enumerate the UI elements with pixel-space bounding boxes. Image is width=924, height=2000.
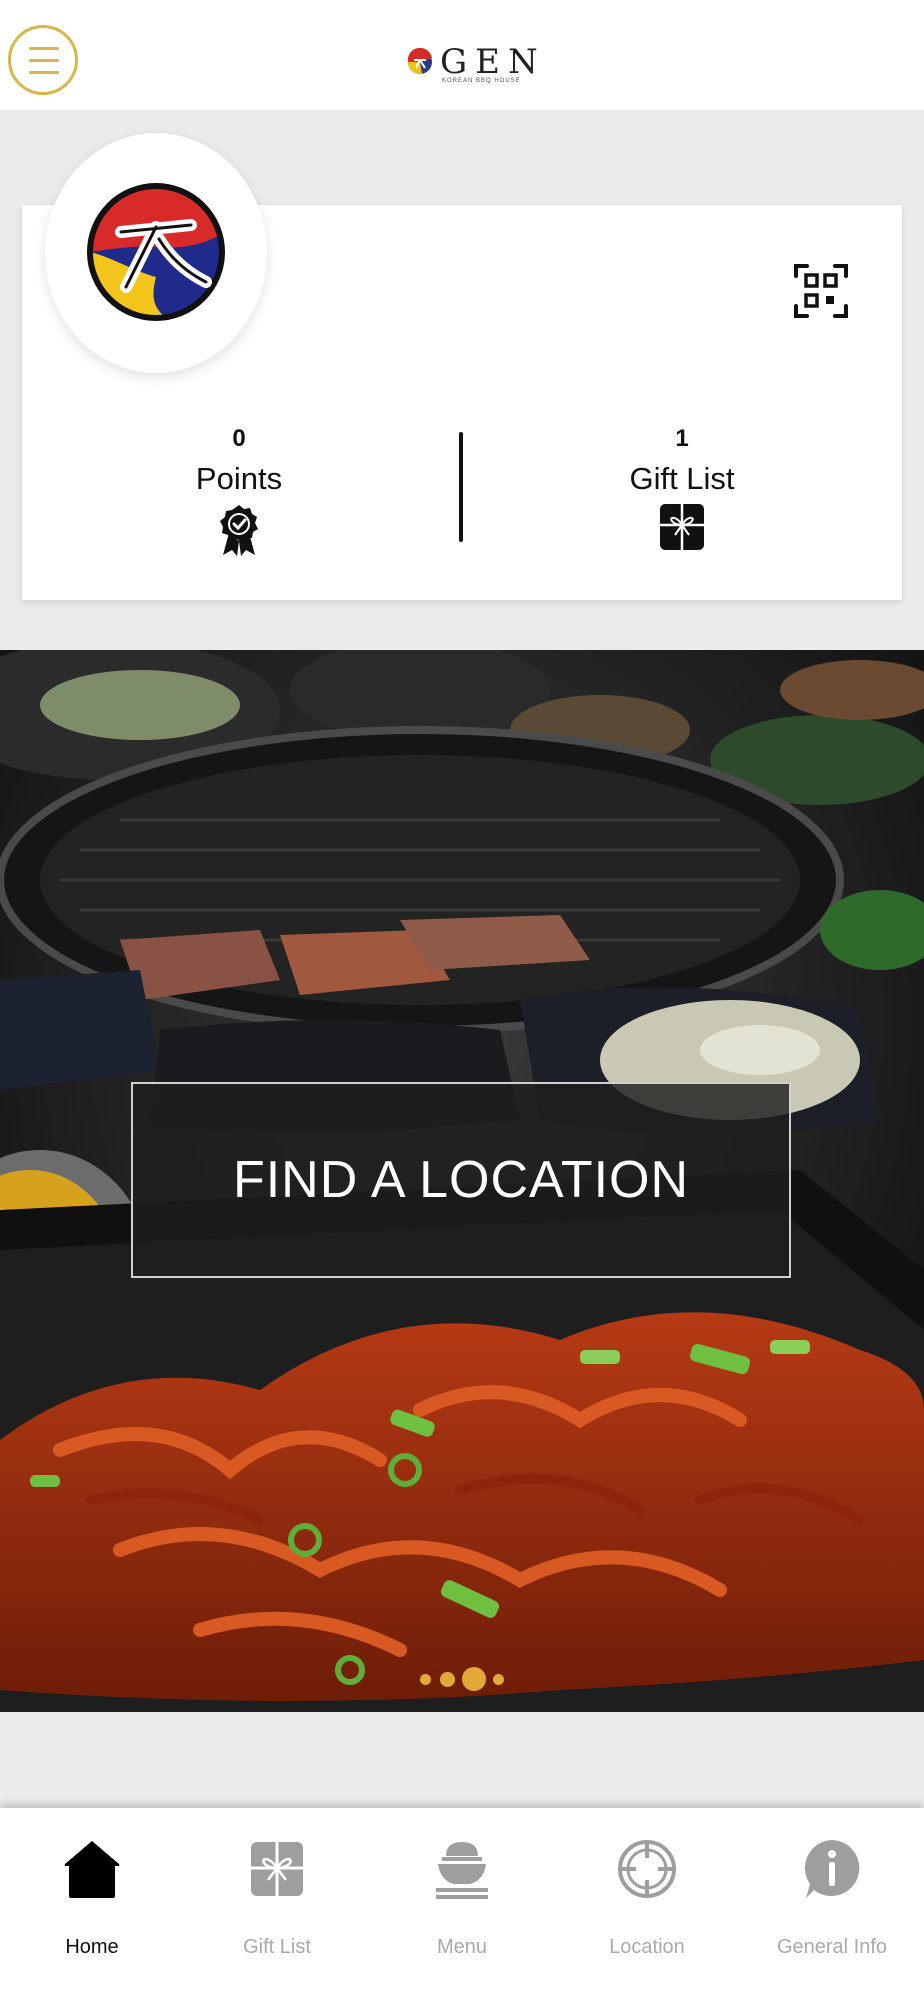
info-icon bbox=[804, 1840, 860, 1898]
hero-banner[interactable]: FIND A LOCATION bbox=[0, 650, 924, 1712]
brand-subtitle: KOREAN BBQ HOUSE bbox=[442, 78, 521, 84]
avatar[interactable] bbox=[45, 133, 267, 373]
brand-name: GEN bbox=[440, 42, 546, 82]
nav-menu-label: Menu bbox=[436, 1936, 488, 1958]
nav-gift-list-label: Gift List bbox=[243, 1936, 311, 1958]
menu-button[interactable] bbox=[8, 25, 78, 95]
bowl-icon bbox=[436, 1842, 488, 1899]
gift-count: 1 bbox=[675, 425, 689, 452]
nav-menu[interactable]: Menu bbox=[370, 1808, 554, 2000]
nav-general-info[interactable]: General Info bbox=[740, 1808, 924, 2000]
hamburger-icon-bar bbox=[29, 71, 59, 74]
app-header: GEN KOREAN BBQ HOUSE bbox=[0, 0, 924, 110]
carousel-dot[interactable] bbox=[493, 1674, 504, 1685]
find-location-label: FIND A LOCATION bbox=[232, 1151, 690, 1209]
carousel-dot[interactable] bbox=[440, 1672, 455, 1687]
nav-home[interactable]: Home bbox=[0, 1808, 184, 2000]
hamburger-icon bbox=[29, 47, 59, 50]
find-location-button[interactable]: FIND A LOCATION bbox=[131, 1082, 791, 1278]
brand-mark-icon bbox=[407, 48, 432, 75]
gift-list-stat[interactable]: 1 Gift List bbox=[582, 425, 782, 551]
nav-home-label: Home bbox=[65, 1936, 119, 1958]
brand-emblem-icon bbox=[87, 183, 225, 321]
carousel-indicator bbox=[418, 1664, 508, 1694]
carousel-dot-active[interactable] bbox=[462, 1667, 486, 1691]
brand-logo[interactable]: GEN KOREAN BBQ HOUSE bbox=[400, 40, 538, 90]
nav-general-info-label: General Info bbox=[776, 1936, 888, 1958]
hamburger-icon-bar bbox=[29, 59, 59, 62]
nav-location[interactable]: Location bbox=[555, 1808, 739, 2000]
points-count: 0 bbox=[232, 425, 246, 452]
home-icon bbox=[64, 1841, 120, 1898]
gift-icon bbox=[251, 1842, 303, 1896]
bottom-nav: Home Gift List Menu Location General Inf… bbox=[0, 1808, 924, 2000]
gift-label: Gift List bbox=[629, 461, 735, 496]
points-stat[interactable]: 0 Points bbox=[139, 425, 339, 557]
points-label: Points bbox=[195, 461, 283, 496]
nav-location-label: Location bbox=[609, 1936, 685, 1958]
qr-scan-button[interactable] bbox=[793, 262, 849, 320]
gift-icon bbox=[660, 504, 704, 550]
carousel-dot[interactable] bbox=[420, 1674, 431, 1685]
stats-divider bbox=[459, 432, 463, 542]
crosshair-icon bbox=[618, 1840, 676, 1898]
badge-check-icon bbox=[220, 505, 258, 556]
qr-scan-icon bbox=[794, 264, 848, 318]
nav-gift-list[interactable]: Gift List bbox=[185, 1808, 369, 2000]
